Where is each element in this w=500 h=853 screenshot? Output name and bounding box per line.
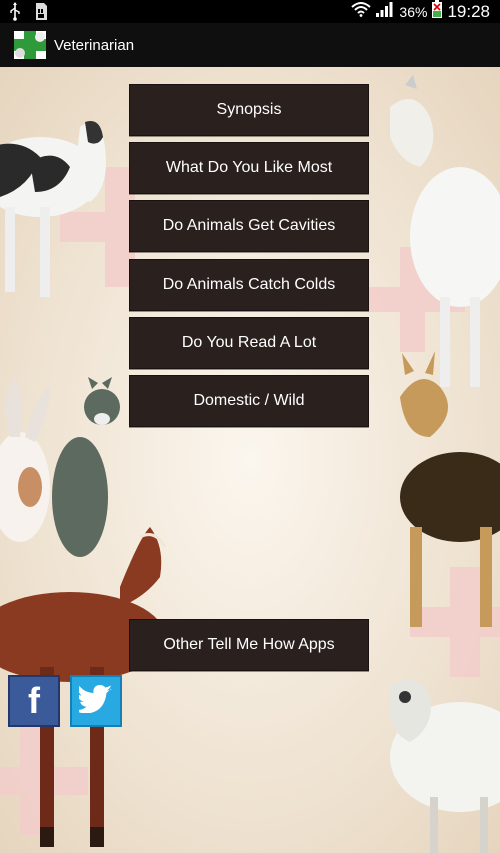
twitter-button[interactable]: [70, 675, 122, 727]
app-title: Veterinarian: [54, 36, 135, 54]
signal-icon: [375, 1, 395, 22]
facebook-button[interactable]: f: [8, 675, 60, 727]
do-you-read-a-lot-button[interactable]: Do You Read A Lot: [129, 317, 369, 369]
synopsis-button[interactable]: Synopsis: [129, 84, 369, 136]
wifi-icon: [351, 1, 372, 22]
status-bar: 36% 19:28: [0, 0, 500, 23]
other-apps-button[interactable]: Other Tell Me How Apps: [129, 619, 369, 671]
action-bar: Veterinarian: [0, 23, 500, 67]
do-animals-catch-colds-button[interactable]: Do Animals Catch Colds: [129, 259, 369, 311]
main-content: Synopsis What Do You Like Most Do Animal…: [0, 67, 500, 853]
battery-percent: 36%: [399, 3, 428, 20]
domestic-wild-button[interactable]: Domestic / Wild: [129, 375, 369, 427]
clock: 19:28: [447, 1, 490, 21]
battery-icon: [431, 0, 443, 24]
do-animals-get-cavities-button[interactable]: Do Animals Get Cavities: [129, 200, 369, 252]
what-do-you-like-most-button[interactable]: What Do You Like Most: [129, 142, 369, 194]
twitter-icon: [74, 684, 113, 718]
veterinarian-app-icon[interactable]: [12, 27, 48, 63]
facebook-icon: f: [28, 680, 40, 721]
